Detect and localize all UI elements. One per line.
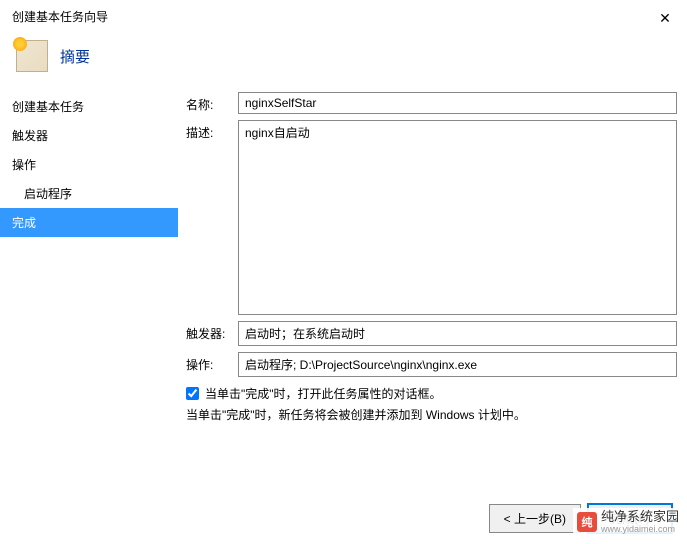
main-panel: 名称: 描述: 触发器: 启动时；在系统启动时 操作: 启动程序; D:\Pro… [178,92,687,427]
wizard-sidebar: 创建基本任务 触发器 操作 启动程序 完成 [0,92,178,427]
sidebar-item-finish[interactable]: 完成 [0,208,178,237]
description-textarea[interactable] [238,120,677,315]
window-title: 创建基本任务向导 [12,8,108,25]
wizard-icon [16,40,48,72]
open-properties-checkbox[interactable] [186,387,199,400]
close-icon[interactable]: ✕ [655,8,675,28]
sidebar-item-action[interactable]: 操作 [0,150,178,179]
page-heading: 摘要 [60,46,90,67]
watermark-url: www.yidaimei.com [601,524,679,534]
watermark-brand: 纯净系统家园 [601,510,679,524]
trigger-label: 触发器: [186,321,238,342]
back-button[interactable]: < 上一步(B) [489,504,581,533]
name-label: 名称: [186,92,238,113]
sidebar-item-trigger[interactable]: 触发器 [0,121,178,150]
sidebar-item-start-program[interactable]: 启动程序 [0,179,178,208]
watermark: 纯 纯净系统家园 www.yidaimei.com [573,508,683,536]
info-text: 当单击"完成"时，新任务将会被创建并添加到 Windows 计划中。 [186,406,677,423]
action-value: 启动程序; D:\ProjectSource\nginx\nginx.exe [238,352,677,377]
open-properties-label: 当单击"完成"时，打开此任务属性的对话框。 [205,385,442,402]
trigger-value: 启动时；在系统启动时 [238,321,677,346]
sidebar-item-create-task[interactable]: 创建基本任务 [0,92,178,121]
action-label: 操作: [186,352,238,373]
description-label: 描述: [186,120,238,141]
name-input[interactable] [238,92,677,114]
watermark-logo-icon: 纯 [577,512,597,532]
